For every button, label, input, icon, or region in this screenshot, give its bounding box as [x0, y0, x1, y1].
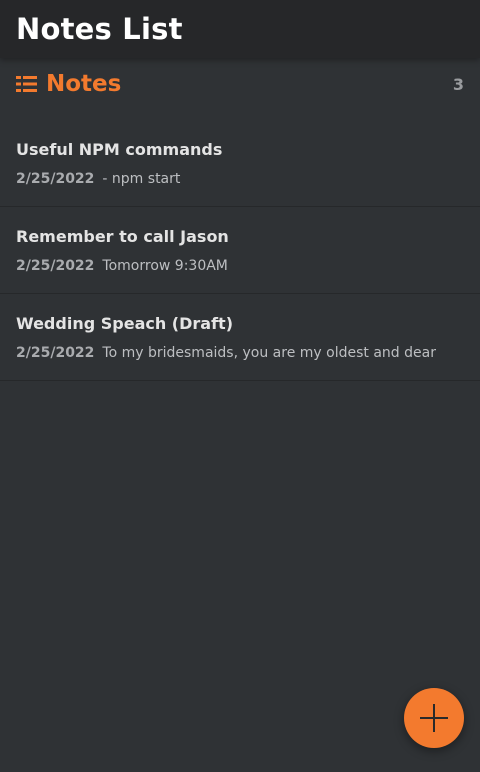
note-date: 2/25/2022 — [16, 170, 95, 187]
note-meta: 2/25/2022 To my bridesmaids, you are my o… — [16, 345, 464, 361]
note-preview: To my bridesmaids, you are my oldest and… — [102, 344, 436, 361]
add-note-button[interactable] — [404, 688, 464, 748]
note-date: 2/25/2022 — [16, 257, 95, 274]
note-item[interactable]: Wedding Speach (Draft) 2/25/2022 To my br… — [0, 294, 480, 381]
notes-section-title: Notes — [46, 71, 122, 97]
note-meta: 2/25/2022 Tomorrow 9:30AM — [16, 258, 464, 274]
note-preview: - npm start — [102, 170, 181, 187]
note-item[interactable]: Useful NPM commands 2/25/2022 - npm start — [0, 120, 480, 207]
note-preview: Tomorrow 9:30AM — [102, 257, 228, 274]
plus-icon — [419, 703, 449, 733]
note-title: Wedding Speach (Draft) — [16, 313, 234, 333]
note-meta: 2/25/2022 - npm start — [16, 171, 464, 187]
note-list: Useful NPM commands 2/25/2022 - npm start… — [0, 120, 480, 381]
app-header: Notes List — [0, 0, 480, 58]
list-icon — [16, 74, 38, 94]
note-title: Useful NPM commands — [16, 139, 223, 159]
page-title: Notes List — [16, 12, 183, 46]
note-title: Remember to call Jason — [16, 226, 229, 246]
note-item[interactable]: Remember to call Jason 2/25/2022 Tomorrow… — [0, 207, 480, 294]
notes-section-header: Notes 3 — [0, 58, 480, 110]
notes-count-badge: 3 — [452, 74, 464, 94]
note-date: 2/25/2022 — [16, 344, 95, 361]
notes-section-title-group: Notes — [16, 71, 121, 97]
